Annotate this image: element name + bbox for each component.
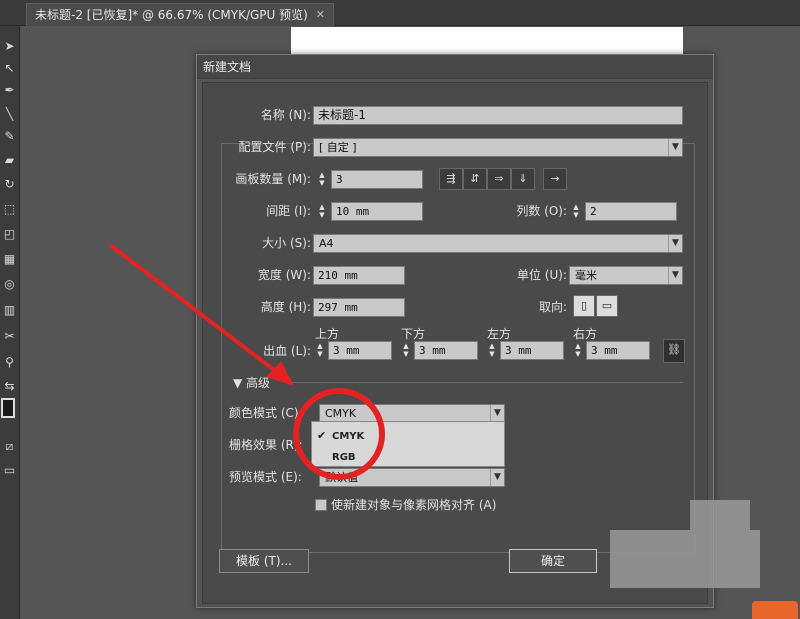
blurred-region — [610, 530, 760, 588]
annotation-arrow — [108, 243, 294, 386]
blurred-region — [690, 500, 750, 530]
annotation-circle — [293, 388, 385, 480]
watermark-logo — [752, 601, 798, 619]
arrow-line — [108, 243, 284, 378]
